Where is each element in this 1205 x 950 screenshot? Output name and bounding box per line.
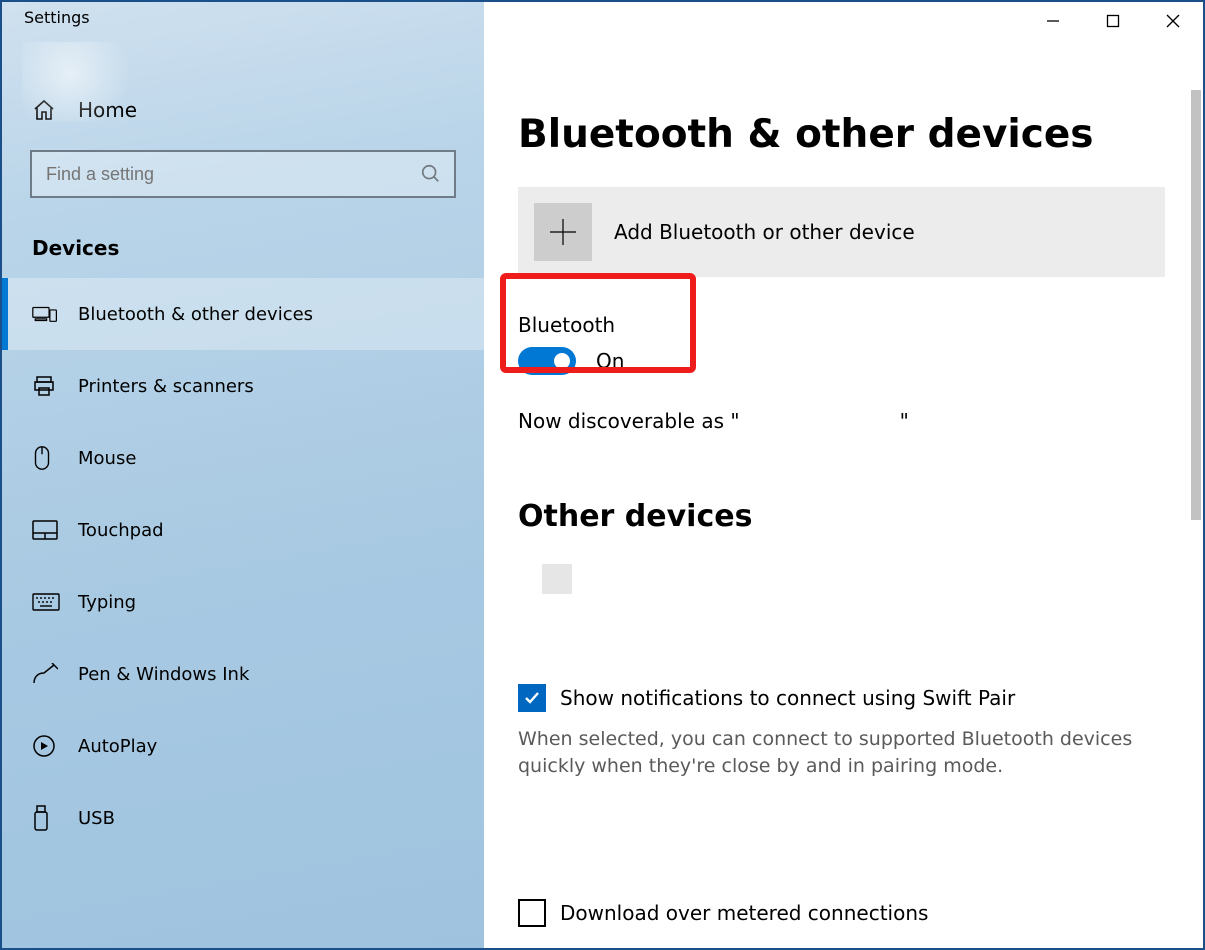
metered-checkbox[interactable] xyxy=(518,899,546,927)
printer-icon xyxy=(32,374,78,398)
sidebar-item-autoplay[interactable]: AutoPlay xyxy=(2,710,484,782)
search-input[interactable] xyxy=(30,150,456,198)
add-device-button[interactable]: Add Bluetooth or other device xyxy=(518,187,1165,277)
sidebar-item-touchpad[interactable]: Touchpad xyxy=(2,494,484,566)
home-label: Home xyxy=(78,98,137,122)
bluetooth-label: Bluetooth xyxy=(518,313,1203,337)
main-content: Bluetooth & other devices Add Bluetooth … xyxy=(484,2,1203,948)
bluetooth-section: Bluetooth On xyxy=(518,313,1203,375)
sidebar-item-label: AutoPlay xyxy=(78,736,157,757)
sidebar-item-bluetooth-devices[interactable]: Bluetooth & other devices xyxy=(2,278,484,350)
search-wrap xyxy=(30,150,456,198)
discoverable-text: Now discoverable as "" xyxy=(518,409,1203,433)
sidebar-item-label: Printers & scanners xyxy=(78,376,254,397)
sidebar-item-usb[interactable]: USB xyxy=(2,782,484,854)
swift-pair-checkbox[interactable] xyxy=(518,684,546,712)
sidebar-home[interactable]: Home xyxy=(32,98,484,122)
titlebar xyxy=(484,2,1203,42)
plus-icon xyxy=(534,203,592,261)
maximize-button[interactable] xyxy=(1083,2,1143,40)
sidebar-item-typing[interactable]: Typing xyxy=(2,566,484,638)
minimize-button[interactable] xyxy=(1023,2,1083,40)
sidebar-item-label: Touchpad xyxy=(78,520,164,541)
sidebar-item-label: Bluetooth & other devices xyxy=(78,304,313,325)
metered-label: Download over metered connections xyxy=(560,901,928,925)
usb-icon xyxy=(32,805,78,831)
sidebar-item-label: Pen & Windows Ink xyxy=(78,664,249,685)
scrollbar-thumb[interactable] xyxy=(1191,90,1201,520)
sidebar-item-pen[interactable]: Pen & Windows Ink xyxy=(2,638,484,710)
toggle-knob xyxy=(554,353,570,369)
autoplay-icon xyxy=(32,734,78,758)
home-icon xyxy=(32,98,78,122)
sidebar-item-label: USB xyxy=(78,808,115,829)
sidebar-nav: Bluetooth & other devices Printers & sca… xyxy=(2,278,484,854)
page-title: Bluetooth & other devices xyxy=(484,68,1203,157)
device-item-placeholder[interactable] xyxy=(542,564,572,594)
metered-row: Download over metered connections xyxy=(518,899,1203,927)
bluetooth-state: On xyxy=(596,349,624,373)
sidebar-item-printers[interactable]: Printers & scanners xyxy=(2,350,484,422)
swift-pair-label: Show notifications to connect using Swif… xyxy=(560,686,1015,710)
app-title: Settings xyxy=(2,2,484,36)
bluetooth-toggle[interactable] xyxy=(518,347,576,375)
sidebar-item-label: Typing xyxy=(78,592,136,613)
settings-sidebar: Settings Home Devices xyxy=(2,2,484,948)
category-heading: Devices xyxy=(32,236,484,260)
other-devices-heading: Other devices xyxy=(518,499,1203,534)
sidebar-item-mouse[interactable]: Mouse xyxy=(2,422,484,494)
mouse-icon xyxy=(32,445,78,471)
swift-pair-description: When selected, you can connect to suppor… xyxy=(518,726,1143,779)
close-button[interactable] xyxy=(1143,2,1203,40)
keyboard-icon xyxy=(32,593,78,611)
touchpad-icon xyxy=(32,520,78,540)
sidebar-item-label: Mouse xyxy=(78,448,136,469)
add-device-label: Add Bluetooth or other device xyxy=(614,220,915,244)
search-icon xyxy=(420,163,442,185)
swift-pair-row: Show notifications to connect using Swif… xyxy=(518,684,1203,712)
pen-icon xyxy=(32,663,78,685)
bluetooth-devices-icon xyxy=(32,303,78,325)
